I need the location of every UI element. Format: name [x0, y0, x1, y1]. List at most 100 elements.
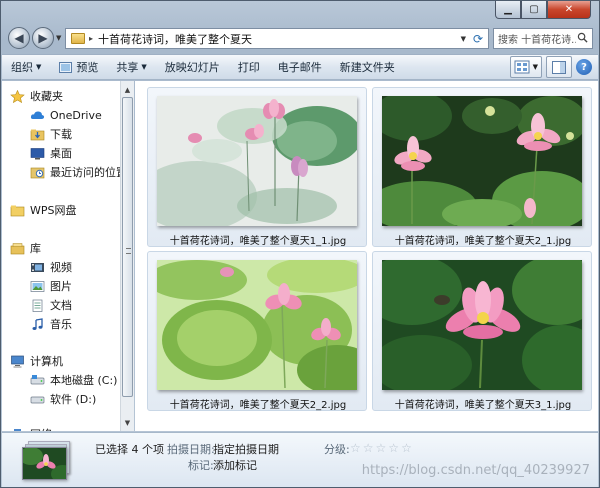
video-icon [31, 262, 44, 272]
nav-item-desktop[interactable]: 桌面 [30, 144, 72, 162]
nav-item-drive-d[interactable]: 软件 (D:) [30, 390, 96, 408]
scroll-up-icon[interactable]: ▲ [121, 83, 134, 96]
thumbnail-image [157, 260, 357, 390]
forward-button[interactable]: ▶ [32, 27, 54, 49]
change-view-button[interactable]: ▼ [509, 56, 542, 78]
nav-label: 下载 [50, 128, 72, 141]
nav-item-computer[interactable]: 计算机 [10, 352, 63, 370]
preview-icon [59, 61, 73, 73]
nav-item-videos[interactable]: 视频 [30, 258, 72, 276]
preview-button[interactable]: 预览 [50, 56, 107, 78]
date-taken-label: 拍摄日期: [167, 443, 215, 456]
organize-menu[interactable]: 组织 ▼ [2, 56, 50, 78]
file-name[interactable]: 十首荷花诗词，唯美了整个夏天3_1.jpg [373, 396, 593, 411]
nav-item-pictures[interactable]: 图片 [30, 277, 72, 295]
back-button[interactable]: ◀ [8, 27, 30, 49]
date-taken-value[interactable]: 指定拍摄日期 [213, 441, 279, 457]
selection-count: 已选择 4 个项 [95, 443, 164, 456]
download-folder-icon [30, 129, 45, 140]
cloud-icon [30, 110, 45, 119]
star-outline-icon[interactable]: ☆ [401, 442, 412, 454]
network-icon [14, 428, 21, 431]
folder-icon [71, 33, 85, 44]
arrow-right-icon: ▶ [38, 31, 48, 45]
address-dropdown-icon[interactable]: ▼ [461, 35, 466, 43]
new-folder-button[interactable]: 新建文件夹 [331, 56, 404, 78]
print-label: 打印 [237, 61, 260, 74]
maximize-button[interactable]: ▢ [521, 1, 547, 19]
nav-label: 音乐 [50, 318, 72, 331]
nav-item-libraries[interactable]: 库 [10, 239, 41, 257]
file-tile[interactable]: 十首荷花诗词，唯美了整个夏天1_1.jpg [147, 87, 367, 247]
search-input[interactable]: 搜索 十首荷花诗... [493, 28, 593, 49]
watermark-text: https://blog.csdn.net/qq_40239927 [361, 463, 590, 478]
email-button[interactable]: 电子邮件 [269, 56, 331, 78]
nav-item-wps-drive[interactable]: WPS网盘 [10, 201, 77, 219]
breadcrumb-current-folder[interactable]: 十首荷花诗词，唯美了整个夏天 [98, 31, 252, 47]
file-name[interactable]: 十首荷花诗词，唯美了整个夏天1_1.jpg [148, 232, 368, 247]
selection-thumbnail-stack [22, 441, 72, 481]
command-bar: 组织 ▼ 预览 共享 ▼ 放映幻灯片 打印 电子邮件 新建文件夹 ▼ ? [2, 54, 598, 80]
nav-label: 库 [30, 242, 41, 255]
new-folder-label: 新建文件夹 [339, 61, 395, 74]
nav-label: 文档 [50, 299, 72, 312]
star-outline-icon[interactable]: ☆ [350, 442, 361, 454]
folder-icon [10, 205, 25, 216]
music-icon [32, 317, 43, 330]
help-icon[interactable]: ? [576, 59, 592, 75]
nav-item-network[interactable]: 网络 [10, 425, 52, 431]
search-placeholder: 搜索 十首荷花诗... [498, 35, 576, 46]
rating-stars[interactable]: ☆ ☆ ☆ ☆ ☆ [350, 442, 412, 454]
share-menu[interactable]: 共享 ▼ [107, 56, 155, 78]
print-button[interactable]: 打印 [229, 56, 269, 78]
nav-item-documents[interactable]: 文档 [30, 296, 72, 314]
file-tile[interactable]: 十首荷花诗词，唯美了整个夏天3_1.jpg [372, 251, 592, 411]
nav-label: 本地磁盘 (C:) [50, 374, 118, 387]
close-button[interactable]: ✕ [547, 1, 591, 19]
nav-item-onedrive[interactable]: OneDrive [30, 106, 102, 124]
desktop-icon [30, 147, 45, 159]
recent-pages-dropdown[interactable]: ▼ [56, 34, 61, 42]
drive-icon [30, 396, 45, 403]
star-outline-icon[interactable]: ☆ [388, 442, 399, 454]
address-bar[interactable]: ▸ 十首荷花诗词，唯美了整个夏天 ▼ ⟳ [65, 28, 489, 49]
nav-item-favorites[interactable]: 收藏夹 [10, 87, 63, 105]
library-icon [10, 242, 25, 254]
nav-item-music[interactable]: 音乐 [30, 315, 72, 333]
thumbnail-image [382, 260, 582, 390]
view-controls: ▼ ? [509, 56, 592, 78]
refresh-icon[interactable]: ⟳ [473, 32, 483, 46]
organize-label: 组织 [11, 61, 33, 74]
minimize-button[interactable]: ▁ [495, 1, 521, 19]
rating-label: 分级: [324, 443, 350, 456]
nav-item-recent-places[interactable]: 最近访问的位置 [30, 163, 120, 181]
nav-item-drive-c[interactable]: 本地磁盘 (C:) [30, 371, 117, 389]
search-icon[interactable] [577, 32, 588, 43]
file-list: 十首荷花诗词，唯美了整个夏天1_1.jpg 十首荷花诗词，唯美了整个夏天2_1.… [135, 81, 598, 431]
scroll-down-icon[interactable]: ▼ [121, 416, 134, 429]
scrollbar-thumb[interactable] [122, 97, 133, 397]
file-tile[interactable]: 十首荷花诗词，唯美了整个夏天2_1.jpg [372, 87, 592, 247]
preview-pane-toggle[interactable] [546, 56, 572, 78]
thumbnail-image [157, 96, 357, 226]
slideshow-button[interactable]: 放映幻灯片 [156, 56, 229, 78]
nav-item-downloads[interactable]: 下载 [30, 125, 72, 143]
nav-label: 网络 [30, 426, 52, 431]
tags-value[interactable]: 添加标记 [213, 457, 257, 473]
nav-label: WPS网盘 [30, 204, 77, 217]
file-name[interactable]: 十首荷花诗词，唯美了整个夏天2_1.jpg [373, 232, 593, 247]
file-tile[interactable]: 十首荷花诗词，唯美了整个夏天2_2.jpg [147, 251, 367, 411]
breadcrumb-separator[interactable]: ▸ [89, 34, 93, 43]
file-name[interactable]: 十首荷花诗词，唯美了整个夏天2_2.jpg [148, 396, 368, 411]
nav-label: 桌面 [50, 147, 72, 160]
star-icon [10, 89, 25, 103]
navigation-pane: 收藏夹 OneDrive 下载 桌面 最近访问的位置 WPS网盘 库 视频 图片… [2, 81, 120, 431]
nav-pane-scrollbar[interactable]: ▲ ▼ [120, 81, 134, 431]
large-icons-view-icon [514, 60, 530, 74]
star-outline-icon[interactable]: ☆ [376, 442, 387, 454]
nav-label: OneDrive [50, 108, 102, 122]
star-outline-icon[interactable]: ☆ [363, 442, 374, 454]
drive-icon [30, 374, 45, 384]
nav-label: 视频 [50, 261, 72, 274]
view-dropdown-icon[interactable]: ▼ [533, 63, 538, 71]
